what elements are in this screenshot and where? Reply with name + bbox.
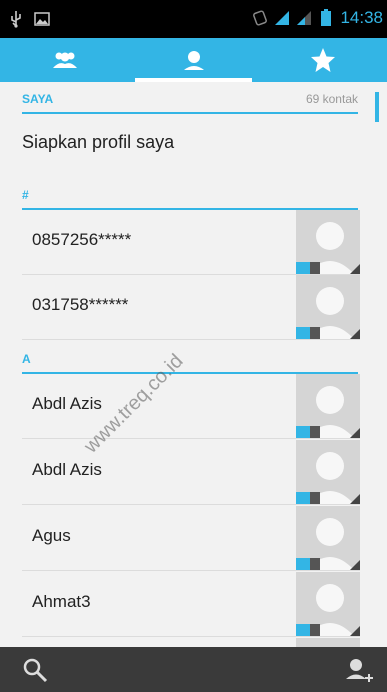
contact-name: 0857256***** xyxy=(32,230,132,249)
section-title: # xyxy=(22,188,29,202)
contact-name: 031758****** xyxy=(32,295,129,314)
setup-profile-item[interactable]: Siapkan profil saya xyxy=(22,132,174,153)
contact-list[interactable]: SAYA 69 kontak Siapkan profil saya # 085… xyxy=(0,82,387,647)
contact-name: Ahmat3 xyxy=(32,592,91,611)
default-avatar-icon xyxy=(296,572,360,636)
contact-name: Agus xyxy=(32,526,71,545)
contact-count: 69 kontak xyxy=(305,92,358,106)
battery-icon xyxy=(321,9,332,26)
contact-row[interactable]: Ahmat3 xyxy=(22,572,360,637)
scrollbar[interactable] xyxy=(375,92,379,122)
signal-icon xyxy=(275,11,290,25)
contact-avatar[interactable] xyxy=(296,275,360,339)
tab-contacts[interactable] xyxy=(129,38,258,82)
tab-bar xyxy=(0,38,387,82)
section-header-hash: # xyxy=(22,182,358,210)
person-icon xyxy=(183,51,204,70)
default-avatar-icon xyxy=(296,374,360,438)
contact-row[interactable]: Abdl Azis xyxy=(22,440,360,505)
default-avatar-icon xyxy=(296,210,360,274)
contact-avatar[interactable] xyxy=(296,572,360,636)
contact-avatar[interactable] xyxy=(296,210,360,274)
bottom-action-bar xyxy=(0,647,387,692)
default-avatar-icon xyxy=(296,440,360,504)
contact-row[interactable]: 031758****** xyxy=(22,275,360,340)
contact-row[interactable] xyxy=(22,638,360,647)
star-icon xyxy=(310,48,335,72)
default-avatar-icon xyxy=(296,506,360,570)
signal-icon-2 xyxy=(297,11,312,25)
contact-avatar[interactable] xyxy=(296,638,360,647)
contact-row[interactable]: Agus xyxy=(22,506,360,571)
search-icon[interactable] xyxy=(22,657,48,683)
tab-groups[interactable] xyxy=(0,38,129,82)
section-title: A xyxy=(22,352,31,366)
contact-avatar[interactable] xyxy=(296,440,360,504)
contact-name: Abdl Azis xyxy=(32,394,102,413)
clock: 14:38 xyxy=(340,8,383,27)
usb-icon xyxy=(11,11,21,28)
contact-avatar[interactable] xyxy=(296,506,360,570)
groups-icon xyxy=(52,52,77,68)
contact-name: Abdl Azis xyxy=(32,460,102,479)
contact-avatar[interactable] xyxy=(296,374,360,438)
status-bar: 14:38 xyxy=(0,0,387,38)
default-avatar-icon xyxy=(296,638,360,647)
section-title: SAYA xyxy=(22,92,54,106)
contact-row[interactable]: Abdl Azis xyxy=(22,374,360,439)
image-icon xyxy=(34,12,50,26)
rotate-icon xyxy=(253,10,268,26)
default-avatar-icon xyxy=(296,275,360,339)
contact-row[interactable]: 0857256***** xyxy=(22,210,360,275)
section-header-me: SAYA 69 kontak xyxy=(22,86,358,114)
tab-favorites[interactable] xyxy=(258,38,387,82)
section-header-a: A xyxy=(22,346,358,374)
add-contact-icon[interactable] xyxy=(343,655,373,685)
